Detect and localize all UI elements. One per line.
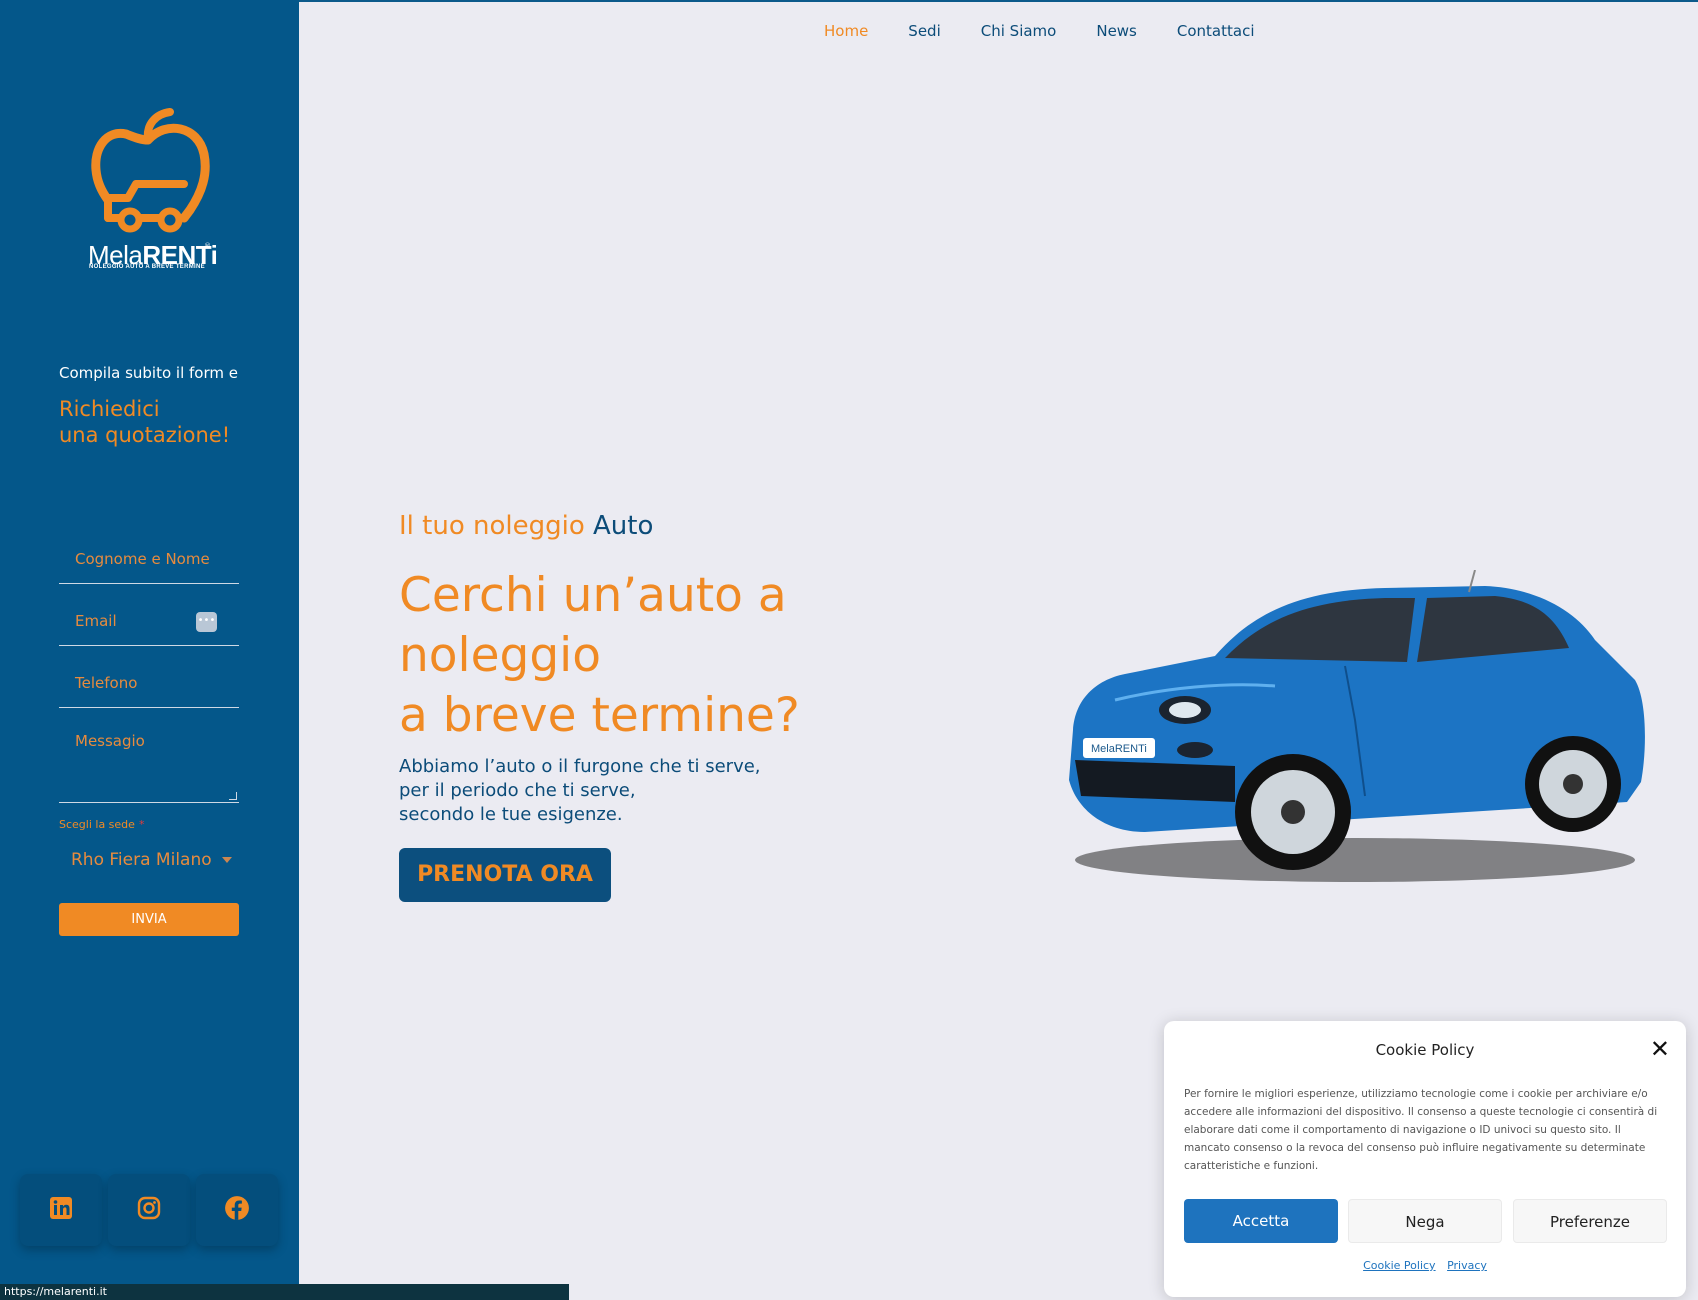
phone-input[interactable]: Telefono [59, 672, 239, 708]
privacy-link[interactable]: Privacy [1447, 1259, 1487, 1272]
form-headline: Richiedici una quotazione! [59, 397, 231, 447]
instagram-button[interactable] [108, 1174, 190, 1246]
message-textarea[interactable]: Messagio [59, 730, 239, 803]
blue-car-image: MelaRENTi [1055, 569, 1655, 890]
main-nav: Home Sedi Chi Siamo News Contattaci [824, 22, 1255, 40]
nav-sedi[interactable]: Sedi [908, 22, 940, 40]
nav-contattaci[interactable]: Contattaci [1177, 22, 1255, 40]
top-border [299, 0, 1698, 2]
nav-home[interactable]: Home [824, 22, 868, 40]
required-mark: * [138, 818, 145, 831]
car-badge-text: MelaRENTi [1091, 743, 1147, 755]
cookie-title: Cookie Policy [1375, 1041, 1475, 1059]
sede-select[interactable]: Rho Fiera Milano [59, 850, 239, 880]
logo-registered-mark: ® [204, 242, 211, 250]
cookie-dialog: Cookie Policy ✕ Per fornire le migliori … [1164, 1021, 1686, 1297]
browser-status-url: https://melarenti.it [0, 1284, 569, 1300]
sidebar: MelaRENTi ® NOLEGGIO AUTO A BREVE TERMIN… [0, 0, 299, 1300]
close-icon[interactable]: ✕ [1650, 1037, 1670, 1061]
resize-handle-icon[interactable] [229, 792, 237, 800]
linkedin-icon [49, 1196, 73, 1224]
name-input[interactable]: Cognome e Nome [59, 548, 239, 584]
logo-tagline: NOLEGGIO AUTO A BREVE TERMINE [89, 264, 205, 270]
facebook-button[interactable] [196, 1174, 278, 1246]
email-input[interactable]: Email ••• [59, 610, 239, 646]
autofill-dots-icon[interactable]: ••• [196, 612, 217, 632]
prenota-ora-button[interactable]: PRENOTA ORA [399, 848, 611, 902]
cookie-policy-link[interactable]: Cookie Policy [1363, 1259, 1435, 1272]
linkedin-button[interactable] [20, 1174, 102, 1246]
instagram-icon [137, 1196, 161, 1224]
facebook-icon [224, 1195, 250, 1225]
hero-subtitle: Il tuo noleggio Auto [399, 511, 654, 541]
deny-button[interactable]: Nega [1348, 1199, 1502, 1243]
cookie-text: Per fornire le migliori esperienze, util… [1184, 1088, 1658, 1172]
chevron-down-icon [221, 857, 232, 863]
hero-title: Cerchi un’auto a noleggio a breve termin… [399, 568, 800, 743]
nav-chi-siamo[interactable]: Chi Siamo [981, 22, 1057, 40]
apple-car-logo-icon[interactable] [86, 104, 216, 234]
cookie-links: Cookie Policy Privacy [1164, 1259, 1686, 1272]
hero-description: Abbiamo l’auto o il furgone che ti serve… [399, 756, 761, 825]
preferences-button[interactable]: Preferenze [1513, 1199, 1667, 1243]
accept-button[interactable]: Accetta [1184, 1199, 1338, 1243]
form-intro: Compila subito il form e [59, 364, 238, 382]
sede-label: Scegli la sede * [59, 818, 145, 831]
submit-button[interactable]: INVIA [59, 903, 239, 936]
nav-news[interactable]: News [1096, 22, 1137, 40]
